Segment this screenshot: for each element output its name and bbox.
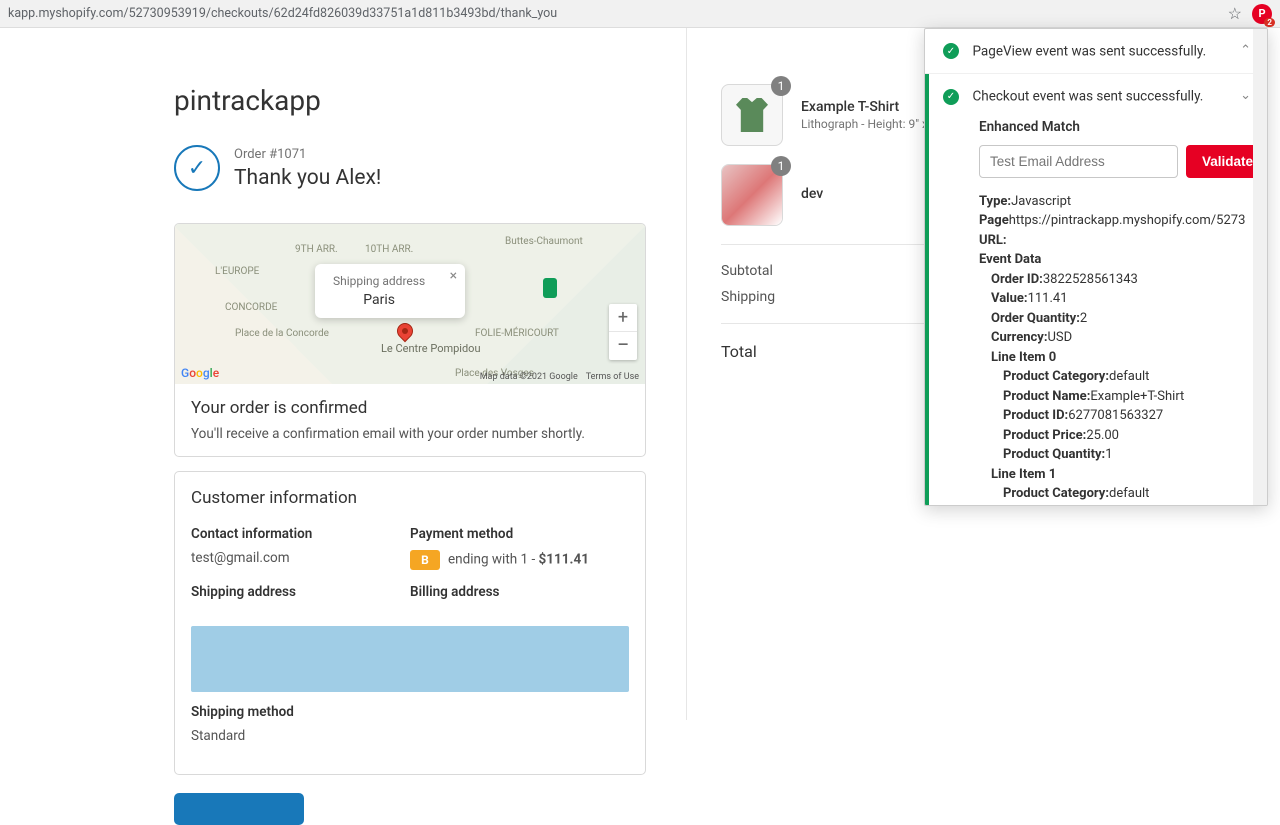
scrollbar[interactable]	[1253, 29, 1267, 505]
checkmark-circle-icon: ✓	[174, 145, 220, 191]
contact-info-label: Contact information	[191, 526, 410, 542]
shipping-method-label: Shipping method	[191, 704, 410, 720]
payment-method-label: Payment method	[410, 526, 629, 542]
event-details: Type:Javascript Pagehttps://pintrackapp.…	[979, 192, 1245, 505]
zoom-out-button[interactable]: −	[609, 332, 637, 360]
contact-email: test@gmail.com	[191, 550, 410, 566]
map-label: L'EUROPE	[215, 266, 259, 277]
tshirt-icon	[736, 98, 768, 132]
map-label: 10TH ARR.	[365, 244, 413, 255]
payment-method-value: Bending with 1 - $111.41	[410, 550, 629, 570]
map-label: Buttes-Chaumont	[505, 236, 583, 247]
checkout-message: Checkout event was sent successfully.	[972, 89, 1203, 105]
checkout-main: pintrackapp ✓ Order #1071 Thank you Alex…	[0, 28, 686, 720]
zoom-in-button[interactable]: +	[609, 304, 637, 332]
map-label: Place de la Concorde	[235, 328, 329, 339]
order-confirm-card: 9TH ARR. 10TH ARR. L'EUROPE Buttes-Chaum…	[174, 223, 646, 457]
pinterest-extension-icon[interactable]: P2	[1252, 4, 1272, 24]
extension-badge: 2	[1264, 18, 1275, 27]
address-redacted-block	[191, 626, 629, 692]
checkout-event-row[interactable]: ✓ Checkout event was sent successfully. …	[925, 74, 1267, 118]
quantity-badge: 1	[771, 156, 791, 176]
map-label: CONCORDE	[225, 302, 277, 313]
thank-you-text: Thank you Alex!	[234, 166, 381, 190]
browser-url-bar: kapp.myshopify.com/52730953919/checkouts…	[0, 0, 1280, 28]
customer-info-card: Customer information Contact information…	[174, 471, 646, 775]
shipping-map[interactable]: 9TH ARR. 10TH ARR. L'EUROPE Buttes-Chaum…	[175, 224, 645, 384]
success-check-icon: ✓	[943, 43, 959, 59]
map-zoom-controls: + −	[609, 304, 637, 360]
shipping-method-value: Standard	[191, 728, 410, 744]
map-label: FOLIE-MÉRICOURT	[475, 328, 559, 339]
pinterest-tag-debugger-panel: ✓ PageView event was sent successfully. …	[924, 28, 1268, 506]
tooltip-city: Paris	[333, 292, 425, 308]
map-attribution: Map data ©2021 GoogleTerms of Use	[472, 372, 639, 382]
billing-address-label: Billing address	[410, 584, 629, 600]
confirm-subtext: You'll receive a confirmation email with…	[191, 426, 629, 442]
pageview-message: PageView event was sent successfully.	[972, 43, 1206, 59]
chevron-up-icon[interactable]: ⌃	[1240, 43, 1251, 58]
confirm-title: Your order is confirmed	[191, 398, 629, 418]
customer-info-title: Customer information	[191, 488, 629, 508]
bookmark-star-icon[interactable]: ☆	[1228, 4, 1242, 23]
map-tooltip: × Shipping address Paris	[315, 264, 465, 318]
success-check-icon: ✓	[943, 89, 959, 105]
close-icon[interactable]: ×	[450, 268, 457, 284]
map-label: Le Centre Pompidou	[381, 342, 481, 355]
url-text: kapp.myshopify.com/52730953919/checkouts…	[8, 6, 1220, 21]
shipping-address-label: Shipping address	[191, 584, 410, 600]
enhanced-match-label: Enhanced Match	[979, 119, 1245, 135]
tooltip-title: Shipping address	[333, 274, 425, 288]
pageview-event-row[interactable]: ✓ PageView event was sent successfully. …	[925, 29, 1267, 74]
card-brand-icon: B	[410, 550, 440, 570]
continue-button[interactable]	[174, 793, 304, 825]
google-logo: Google	[181, 366, 219, 380]
order-number: Order #1071	[234, 147, 381, 162]
thank-you-header: ✓ Order #1071 Thank you Alex!	[174, 145, 646, 191]
store-name: pintrackapp	[174, 84, 646, 117]
chevron-down-icon[interactable]: ⌄	[1240, 88, 1251, 103]
quantity-badge: 1	[771, 76, 791, 96]
map-marker-icon	[543, 278, 557, 298]
test-email-input[interactable]	[979, 145, 1178, 178]
map-label: 9TH ARR.	[295, 244, 338, 255]
